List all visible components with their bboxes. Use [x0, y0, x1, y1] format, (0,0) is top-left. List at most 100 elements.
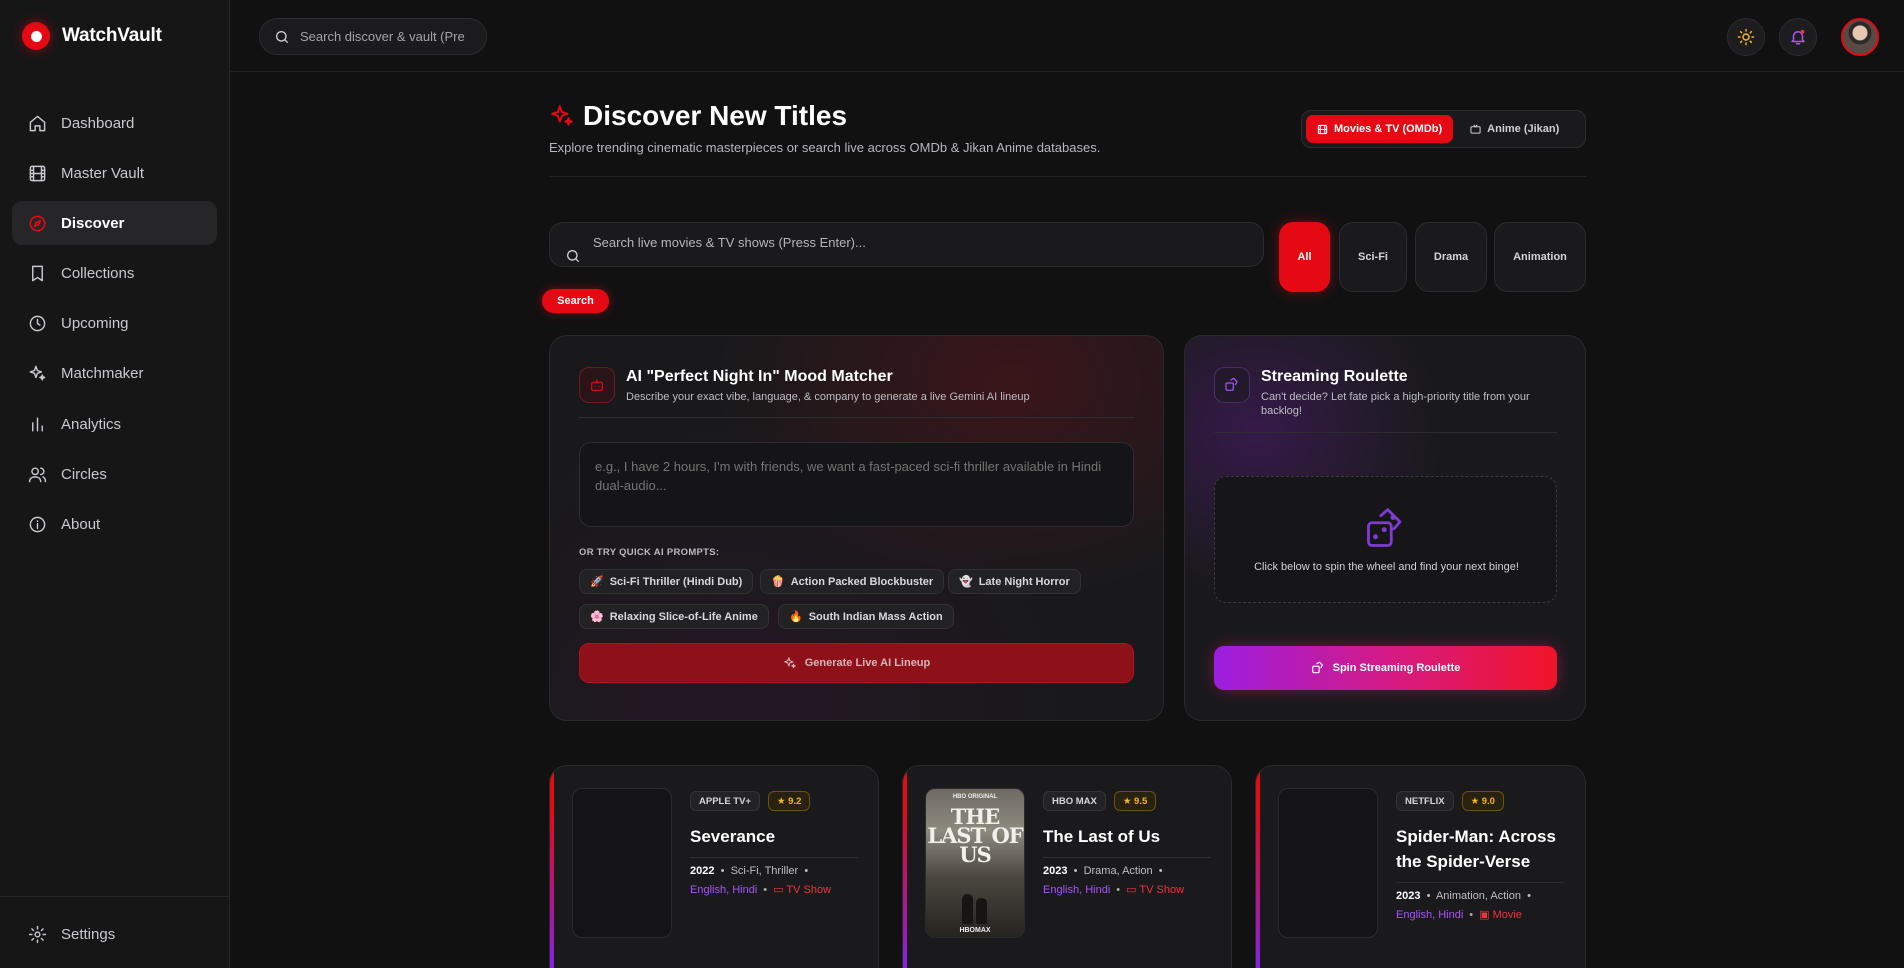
- sidebar-item-matchmaker[interactable]: Matchmaker: [12, 352, 217, 396]
- tv-icon: [1470, 124, 1481, 134]
- poster-image: [572, 788, 672, 938]
- sidebar-item-label: Settings: [61, 925, 116, 943]
- quick-prompt-chip[interactable]: 🚀 Sci-Fi Thriller (Hindi Dub): [579, 569, 754, 594]
- live-search[interactable]: [549, 222, 1264, 267]
- source-jikan-button[interactable]: Anime (Jikan): [1459, 115, 1570, 143]
- rocket-icon: 🚀: [590, 576, 604, 588]
- title-card[interactable]: HBO ORIGINAL THE LAST OF US HBOMAX HBO M…: [902, 765, 1232, 968]
- theme-toggle-button[interactable]: [1727, 18, 1765, 56]
- rating-badge: ★ 9.2: [768, 791, 811, 811]
- home-icon: [29, 115, 46, 131]
- rating-badge: ★ 9.5: [1113, 791, 1157, 811]
- card-divider: [1214, 432, 1557, 433]
- roulette-subtitle: Can't decide? Let fate pick a high-prior…: [1261, 391, 1530, 417]
- platform-badge: APPLE TV+: [690, 791, 760, 811]
- sidebar-item-discover[interactable]: Discover: [12, 201, 217, 246]
- search-button[interactable]: Search: [542, 289, 609, 313]
- live-search-input[interactable]: [593, 235, 1233, 250]
- title-name: Spider-Man: Across the Spider-Verse: [1396, 827, 1556, 871]
- sidebar-item-collections[interactable]: Collections: [12, 252, 217, 296]
- compass-icon: [29, 215, 46, 232]
- sidebar-item-circles[interactable]: Circles: [12, 452, 217, 496]
- genre-scifi-button[interactable]: Sci-Fi: [1339, 222, 1407, 292]
- genre-animation-button[interactable]: Animation: [1494, 222, 1586, 292]
- notifications-button[interactable]: [1779, 18, 1817, 56]
- sidebar-item-label: Circles: [61, 465, 107, 483]
- source-jikan-label: Anime (Jikan): [1487, 123, 1560, 135]
- quick-prompt-chip[interactable]: 🌸 Relaxing Slice-of-Life Anime: [579, 604, 769, 629]
- global-search-input[interactable]: [300, 29, 470, 44]
- quick-prompts-label: OR TRY QUICK AI PROMPTS:: [579, 547, 720, 558]
- avatar[interactable]: [1841, 18, 1879, 56]
- title-card[interactable]: NETFLIX ★ 9.0 Spider-Man: Across the Spi…: [1255, 765, 1586, 968]
- sidebar-item-master-vault[interactable]: Master Vault: [12, 151, 217, 195]
- badge-row: HBO MAX ★ 9.5: [1043, 791, 1157, 811]
- platform-badge: NETFLIX: [1396, 791, 1454, 811]
- fire-icon: 🔥: [789, 611, 803, 623]
- badge-row: NETFLIX ★ 9.0: [1396, 791, 1504, 811]
- spin-roulette-button[interactable]: Spin Streaming Roulette: [1214, 646, 1557, 690]
- title-genres: Drama, Action: [1083, 865, 1153, 877]
- sparkles-icon: [551, 105, 573, 126]
- rating-value: 9.0: [1481, 795, 1495, 807]
- badge-row: APPLE TV+ ★ 9.2: [690, 791, 811, 811]
- quick-prompt-chip[interactable]: 🔥 South Indian Mass Action: [778, 604, 954, 629]
- brand-name: WatchVault: [62, 25, 162, 46]
- source-omdb-button[interactable]: Movies & TV (OMDb): [1306, 115, 1454, 143]
- mood-input[interactable]: [579, 442, 1134, 527]
- title-languages-row: English, Hindi • ▭ TV Show: [1043, 884, 1185, 896]
- title-languages-row: English, Hindi • ▭ TV Show: [690, 884, 832, 896]
- sidebar-item-dashboard[interactable]: Dashboard: [12, 101, 217, 145]
- sidebar-divider: [0, 896, 230, 897]
- brand[interactable]: WatchVault: [22, 22, 162, 50]
- rating-value: 9.5: [1134, 795, 1148, 807]
- quick-prompt-chip[interactable]: 🍿 Action Packed Blockbuster: [760, 569, 945, 594]
- clock-icon: [29, 315, 46, 332]
- quick-prompt-chip[interactable]: 👻 Late Night Horror: [948, 569, 1081, 594]
- mood-subtitle: Describe your exact vibe, language, & co…: [626, 391, 1030, 403]
- sidebar-item-upcoming[interactable]: Upcoming: [12, 302, 217, 346]
- sparkles-icon: [29, 366, 46, 381]
- generate-lineup-button[interactable]: Generate Live AI Lineup: [579, 643, 1134, 683]
- global-search[interactable]: [259, 18, 487, 55]
- poster-figure: [962, 894, 973, 924]
- sidebar-item-settings[interactable]: Settings: [12, 912, 217, 956]
- settings-area: Settings: [12, 912, 217, 962]
- genre-drama-button[interactable]: Drama: [1415, 222, 1487, 292]
- roulette-hint: Click below to spin the wheel and find y…: [1254, 561, 1519, 573]
- ghost-icon: 👻: [959, 576, 973, 588]
- sidebar-item-label: About: [61, 516, 101, 533]
- title-languages: English, Hindi: [1396, 909, 1464, 921]
- title-name: The Last of Us: [1043, 827, 1161, 846]
- film-icon: [29, 165, 46, 182]
- title-card[interactable]: APPLE TV+ ★ 9.2 Severance 2022 • Sci-Fi,…: [549, 765, 879, 968]
- sidebar-item-label: Analytics: [61, 415, 122, 433]
- sidebar-item-analytics[interactable]: Analytics: [12, 402, 217, 446]
- title-year: 2023: [1396, 890, 1421, 902]
- source-omdb-label: Movies & TV (OMDb): [1334, 123, 1443, 135]
- platform-badge: HBO MAX: [1043, 791, 1106, 811]
- title-name: Severance: [690, 827, 776, 846]
- title-languages: English, Hindi: [1043, 884, 1111, 896]
- sun-icon: [1737, 28, 1755, 46]
- tv-icon: ▭: [773, 884, 787, 896]
- title-kind: TV Show: [786, 884, 832, 896]
- film-icon: [1317, 124, 1328, 134]
- mood-title: AI "Perfect Night In" Mood Matcher: [626, 368, 893, 385]
- title-meta: 2023 • Animation, Action •: [1396, 890, 1531, 902]
- header-divider: [549, 176, 1586, 177]
- sparkles-icon: [783, 657, 796, 669]
- chip-label: Relaxing Slice-of-Life Anime: [609, 610, 758, 623]
- dice-icon: [1311, 661, 1323, 674]
- chip-label: Sci-Fi Thriller (Hindi Dub): [609, 575, 743, 588]
- sidebar-item-about[interactable]: About: [12, 503, 217, 547]
- genre-all-button[interactable]: All: [1279, 222, 1330, 292]
- poster-title-text: THE LAST OF US: [927, 804, 1023, 867]
- search-icon: [567, 250, 579, 262]
- film-icon: ▣: [1479, 909, 1493, 921]
- dice-icon: [1367, 508, 1402, 547]
- brand-logo-icon: [22, 22, 50, 50]
- poster-foot-text: HBOMAX: [959, 927, 991, 934]
- bar-chart-icon: [32, 417, 43, 432]
- title-genres: Sci-Fi, Thriller: [730, 865, 799, 877]
